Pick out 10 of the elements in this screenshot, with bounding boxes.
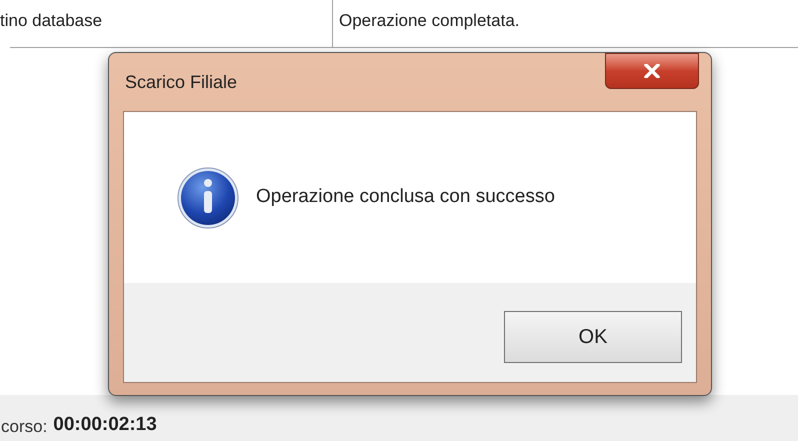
table-cell-text: tino database [0, 10, 102, 32]
close-button[interactable] [605, 53, 699, 89]
elapsed-time: 00:00:02:13 [53, 412, 157, 436]
dialog-title: Scarico Filiale [125, 70, 238, 94]
table-cell-text: Operazione completata. [339, 10, 520, 32]
ok-button[interactable]: OK [504, 310, 682, 362]
close-icon [644, 64, 660, 78]
status-label: corso: [1, 416, 48, 438]
dialog-message: Operazione conclusa con successo [256, 185, 555, 210]
info-icon [176, 166, 240, 230]
